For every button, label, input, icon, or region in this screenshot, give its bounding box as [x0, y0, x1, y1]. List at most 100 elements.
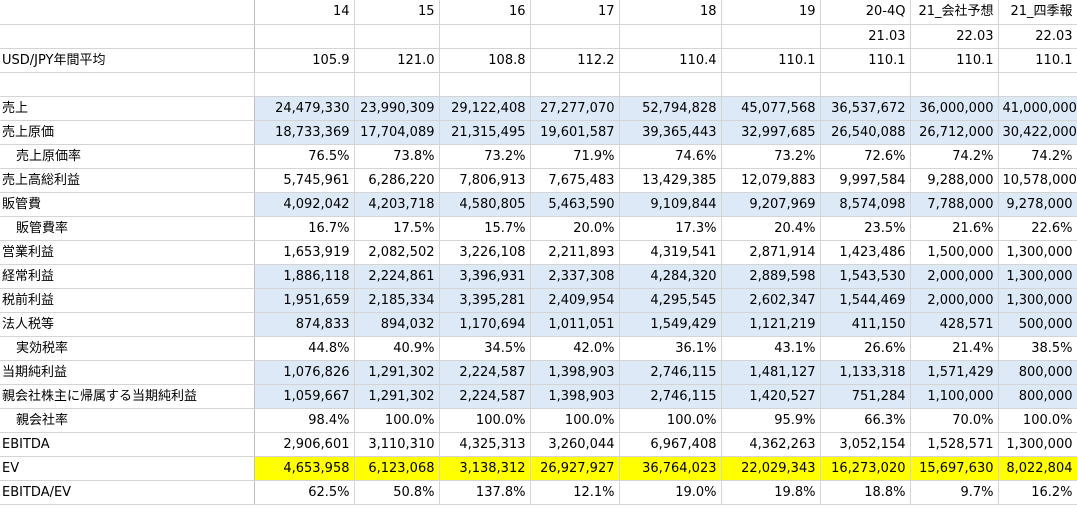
value-cell[interactable]: 121.0	[354, 48, 440, 73]
value-cell[interactable]: 1,170,694	[439, 312, 531, 337]
row-label-cell[interactable]: 税前利益	[0, 288, 255, 313]
value-cell[interactable]: 10,578,000	[998, 168, 1077, 193]
value-cell[interactable]: 16.7%	[254, 216, 355, 241]
empty-cell[interactable]	[820, 72, 911, 97]
value-cell[interactable]: 45,077,568	[721, 96, 821, 121]
value-cell[interactable]: 1,121,219	[721, 312, 821, 337]
value-cell[interactable]: 105.9	[254, 48, 355, 73]
value-cell[interactable]: 2,871,914	[721, 240, 821, 265]
value-cell[interactable]: 36,764,023	[619, 456, 722, 481]
value-cell[interactable]: 73.2%	[721, 144, 821, 169]
value-cell[interactable]: 38.5%	[998, 336, 1077, 361]
value-cell[interactable]: 110.1	[820, 48, 911, 73]
value-cell[interactable]: 2,224,587	[439, 384, 531, 409]
row-label-cell[interactable]: USD/JPY年間平均	[0, 48, 255, 73]
value-cell[interactable]: 44.8%	[254, 336, 355, 361]
value-cell[interactable]: 76.5%	[254, 144, 355, 169]
value-cell[interactable]: 21.03	[820, 24, 911, 49]
value-cell[interactable]: 2,906,601	[254, 432, 355, 457]
value-cell[interactable]: 12.1%	[530, 480, 620, 505]
value-cell[interactable]: 2,224,861	[354, 264, 440, 289]
value-cell[interactable]: 3,226,108	[439, 240, 531, 265]
value-cell[interactable]: 34.5%	[439, 336, 531, 361]
value-cell[interactable]: 1,398,903	[530, 384, 620, 409]
value-cell[interactable]: 2,185,334	[354, 288, 440, 313]
empty-cell[interactable]	[354, 72, 440, 97]
value-cell[interactable]	[439, 24, 531, 49]
value-cell[interactable]: 1,076,826	[254, 360, 355, 385]
value-cell[interactable]: 22.6%	[998, 216, 1077, 241]
value-cell[interactable]: 4,653,958	[254, 456, 355, 481]
row-label-cell[interactable]: 売上高総利益	[0, 168, 255, 193]
value-cell[interactable]: 30,422,000	[998, 120, 1077, 145]
value-cell[interactable]: 21.6%	[910, 216, 999, 241]
value-cell[interactable]: 71.9%	[530, 144, 620, 169]
row-label-cell[interactable]: 当期純利益	[0, 360, 255, 385]
value-cell[interactable]: 74.2%	[998, 144, 1077, 169]
value-cell[interactable]: 23.5%	[820, 216, 911, 241]
value-cell[interactable]: 23,990,309	[354, 96, 440, 121]
empty-cell[interactable]	[910, 72, 999, 97]
value-cell[interactable]: 36.1%	[619, 336, 722, 361]
row-label-cell[interactable]: EBITDA/EV	[0, 480, 255, 505]
value-cell[interactable]: 22.03	[998, 24, 1077, 49]
value-cell[interactable]: 411,150	[820, 312, 911, 337]
value-cell[interactable]: 108.8	[439, 48, 531, 73]
value-cell[interactable]: 110.1	[721, 48, 821, 73]
value-cell[interactable]: 15,697,630	[910, 456, 999, 481]
value-cell[interactable]: 19,601,587	[530, 120, 620, 145]
row-label-cell[interactable]: 売上原価率	[0, 144, 255, 169]
value-cell[interactable]: 2,000,000	[910, 264, 999, 289]
value-cell[interactable]: 2,224,587	[439, 360, 531, 385]
value-cell[interactable]: 12,079,883	[721, 168, 821, 193]
value-cell[interactable]: 98.4%	[254, 408, 355, 433]
row-label-cell[interactable]: 販管費率	[0, 216, 255, 241]
value-cell[interactable]: 6,967,408	[619, 432, 722, 457]
row-label-cell[interactable]: 法人税等	[0, 312, 255, 337]
value-cell[interactable]: 22.03	[910, 24, 999, 49]
value-cell[interactable]: 110.1	[998, 48, 1077, 73]
value-cell[interactable]: 1,423,486	[820, 240, 911, 265]
value-cell[interactable]: 22,029,343	[721, 456, 821, 481]
value-cell[interactable]: 4,295,545	[619, 288, 722, 313]
value-cell[interactable]: 2,889,598	[721, 264, 821, 289]
value-cell[interactable]: 19	[721, 0, 821, 25]
value-cell[interactable]: 7,788,000	[910, 192, 999, 217]
value-cell[interactable]: 19.0%	[619, 480, 722, 505]
value-cell[interactable]: 6,123,068	[354, 456, 440, 481]
value-cell[interactable]: 8,022,804	[998, 456, 1077, 481]
value-cell[interactable]: 4,325,313	[439, 432, 531, 457]
value-cell[interactable]	[530, 24, 620, 49]
value-cell[interactable]: 26,927,927	[530, 456, 620, 481]
value-cell[interactable]: 21_会社予想	[910, 0, 999, 25]
value-cell[interactable]: 3,138,312	[439, 456, 531, 481]
value-cell[interactable]: 5,745,961	[254, 168, 355, 193]
value-cell[interactable]: 18,733,369	[254, 120, 355, 145]
value-cell[interactable]: 2,211,893	[530, 240, 620, 265]
value-cell[interactable]: 1,300,000	[998, 432, 1077, 457]
value-cell[interactable]: 800,000	[998, 360, 1077, 385]
empty-cell[interactable]	[619, 72, 722, 97]
value-cell[interactable]: 2,082,502	[354, 240, 440, 265]
value-cell[interactable]: 2,000,000	[910, 288, 999, 313]
value-cell[interactable]: 1,420,527	[721, 384, 821, 409]
value-cell[interactable]: 16	[439, 0, 531, 25]
value-cell[interactable]: 43.1%	[721, 336, 821, 361]
value-cell[interactable]: 110.4	[619, 48, 722, 73]
row-label-cell[interactable]	[0, 24, 255, 49]
value-cell[interactable]: 40.9%	[354, 336, 440, 361]
value-cell[interactable]: 1,500,000	[910, 240, 999, 265]
value-cell[interactable]: 112.2	[530, 48, 620, 73]
value-cell[interactable]: 17.3%	[619, 216, 722, 241]
value-cell[interactable]: 428,571	[910, 312, 999, 337]
value-cell[interactable]: 21_四季報	[998, 0, 1077, 25]
value-cell[interactable]: 20.0%	[530, 216, 620, 241]
value-cell[interactable]: 16,273,020	[820, 456, 911, 481]
value-cell[interactable]: 4,203,718	[354, 192, 440, 217]
value-cell[interactable]: 894,032	[354, 312, 440, 337]
value-cell[interactable]: 874,833	[254, 312, 355, 337]
value-cell[interactable]: 36,000,000	[910, 96, 999, 121]
value-cell[interactable]: 41,000,000	[998, 96, 1077, 121]
value-cell[interactable]: 7,806,913	[439, 168, 531, 193]
row-label-cell[interactable]: 営業利益	[0, 240, 255, 265]
